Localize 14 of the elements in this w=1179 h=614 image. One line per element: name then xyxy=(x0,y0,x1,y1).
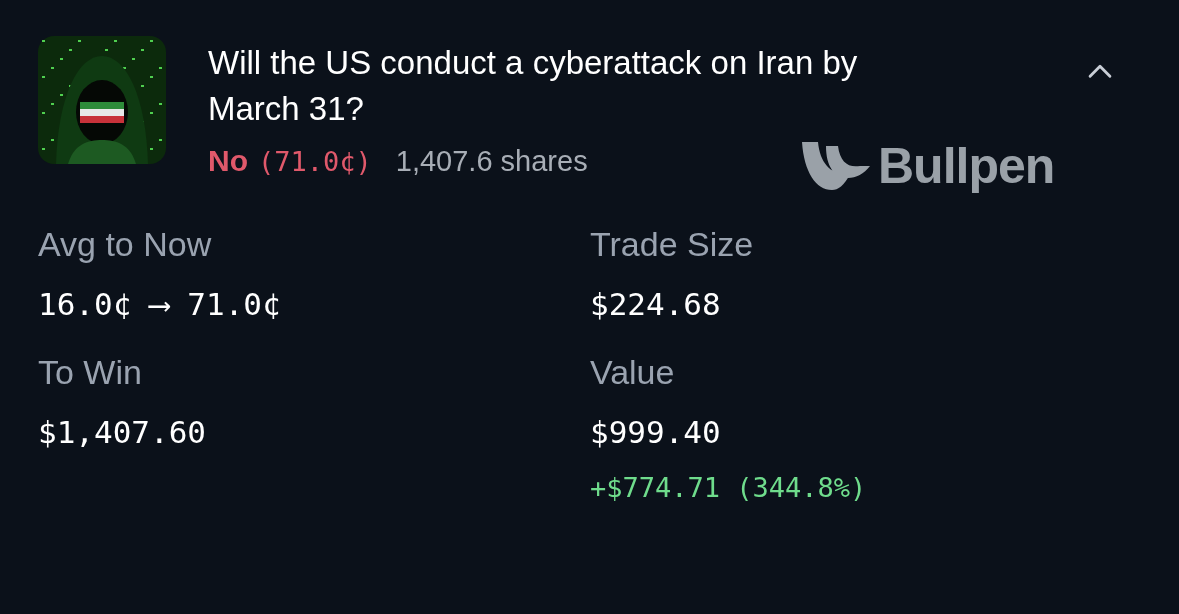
brand-name: Bullpen xyxy=(878,137,1055,195)
stat-label: Value xyxy=(590,352,676,393)
stat-value: 16.0¢ ⟶ 71.0¢ xyxy=(38,285,282,324)
value-change: +$774.71 (344.8%) xyxy=(590,472,868,503)
stat-label: To Win xyxy=(38,352,143,393)
position-price: (71.0¢) xyxy=(258,146,372,177)
stat-value: $1,407.60 xyxy=(38,413,207,452)
market-title: Will the US conduct a cyberattack on Iran by March 31? xyxy=(208,43,859,129)
position-outcome: No xyxy=(208,144,248,178)
stat-value: $999.40 xyxy=(590,413,722,452)
stat-label: Trade Size xyxy=(590,224,755,265)
stat-value: $224.68 xyxy=(590,285,722,324)
share-count: 1,407.6 shares xyxy=(395,145,588,178)
stat-label: Avg to Now xyxy=(38,224,213,265)
